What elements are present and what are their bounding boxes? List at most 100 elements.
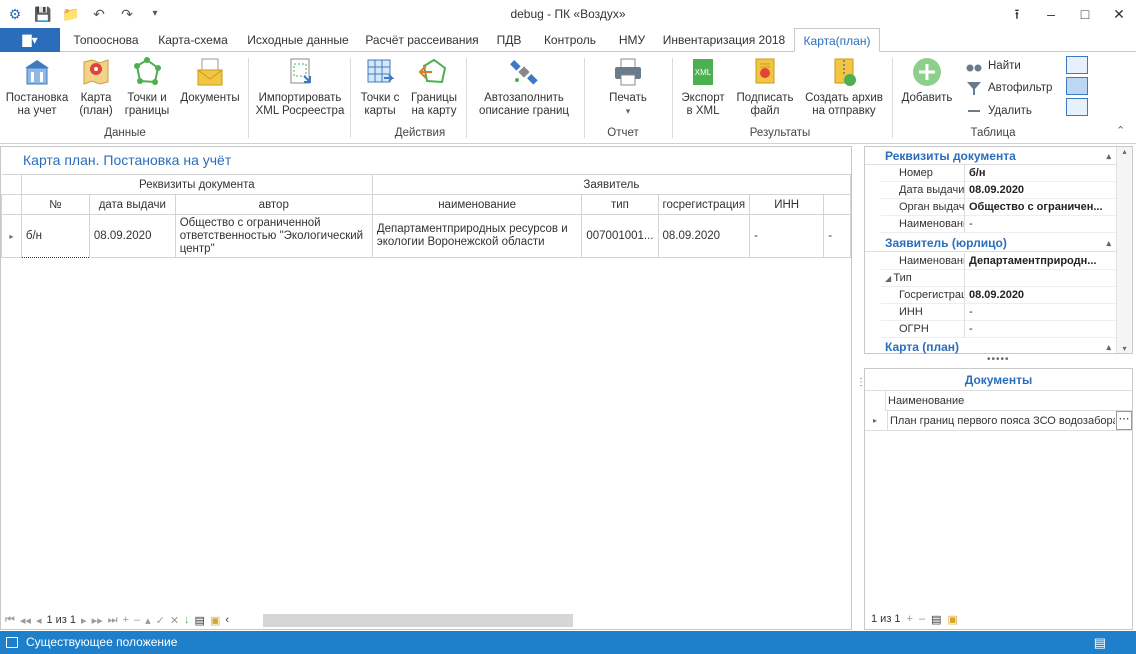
- layout-3-icon[interactable]: [1066, 98, 1088, 116]
- import-xml-button[interactable]: Импортировать XML Росреестра: [254, 56, 346, 118]
- sign-file-button[interactable]: Подписать файл: [734, 56, 796, 118]
- collapse-icon[interactable]: ▴: [1106, 148, 1111, 165]
- add-record-icon[interactable]: +: [123, 614, 129, 626]
- confirm-icon[interactable]: ✓: [156, 614, 165, 627]
- next-page-icon[interactable]: ▸▸: [92, 614, 103, 627]
- map-plan-button[interactable]: Карта (план): [74, 56, 118, 118]
- add-button[interactable]: Добавить: [898, 56, 956, 105]
- file-menu-button[interactable]: ▇▾: [0, 28, 60, 52]
- delete-button[interactable]: Удалить: [966, 103, 1032, 119]
- horizontal-scrollbar[interactable]: [263, 614, 573, 627]
- section-applicant[interactable]: Заявитель (юрлицо) ▴: [865, 235, 1117, 252]
- col-author[interactable]: автор: [174, 194, 373, 215]
- section-doc-props[interactable]: Реквизиты документа ▴: [865, 148, 1117, 165]
- collapse-ribbon-icon[interactable]: ⌃: [1116, 124, 1125, 137]
- last-page-icon[interactable]: ⏭: [108, 614, 118, 627]
- register-button[interactable]: Постановка на учет: [4, 56, 70, 118]
- collapse-icon[interactable]: ▴: [1106, 235, 1111, 252]
- filter-toggle-icon[interactable]: ▤: [195, 614, 205, 627]
- window-controls: ⭱ – □ ✕: [1000, 0, 1136, 28]
- col-name[interactable]: наименование: [371, 194, 583, 215]
- tab-dispersion[interactable]: Расчёт рассеивания: [360, 28, 484, 52]
- band-doc-header: Реквизиты документа: [20, 174, 373, 195]
- layout-1-icon[interactable]: [1066, 56, 1088, 74]
- restore-ribbon-icon[interactable]: ⭱: [1000, 0, 1034, 28]
- col-number[interactable]: №: [20, 194, 90, 215]
- filter-toggle-icon[interactable]: ▤: [931, 613, 941, 626]
- print-button[interactable]: Печать ▾: [600, 56, 656, 118]
- xml-file-icon: XML: [687, 56, 719, 88]
- scroll-down-icon[interactable]: ▾: [1117, 344, 1132, 353]
- notes-icon[interactable]: ▤: [1094, 631, 1106, 654]
- status-bar: Существующее положение ▤: [0, 631, 1136, 654]
- certificate-icon: [749, 56, 781, 88]
- prop-row[interactable]: ОГРН -: [881, 321, 1117, 338]
- filter-icon: [966, 80, 982, 96]
- row-indicator-icon: ▸: [873, 416, 878, 425]
- svg-text:XML: XML: [695, 68, 712, 77]
- prop-row[interactable]: Номер б/н: [881, 165, 1117, 182]
- band-applicant-header: Заявитель: [371, 174, 852, 195]
- list-item[interactable]: ▸ План границ первого пояса ЗСО водозабо…: [865, 411, 1132, 431]
- tab-pdv[interactable]: ПДВ: [488, 28, 530, 52]
- close-button[interactable]: ✕: [1102, 0, 1136, 28]
- prop-row[interactable]: ИНН -: [881, 304, 1117, 321]
- export-icon[interactable]: ▣: [948, 613, 958, 626]
- col-issue-date[interactable]: дата выдачи: [88, 194, 176, 215]
- documents-button[interactable]: Документы: [178, 56, 242, 105]
- points-borders-button[interactable]: Точки и границы: [120, 56, 174, 118]
- export-icon[interactable]: ▣: [210, 614, 220, 627]
- minimize-button[interactable]: –: [1034, 0, 1068, 28]
- sort-icon[interactable]: ↓: [184, 614, 190, 626]
- find-button[interactable]: Найти: [966, 58, 1021, 74]
- panel-resize-handle[interactable]: •••••: [987, 354, 1010, 365]
- tab-topo[interactable]: Топооснова: [66, 28, 146, 52]
- tab-inventory[interactable]: Инвентаризация 2018: [658, 28, 790, 52]
- prop-row[interactable]: Орган выдачи Общество с ограничен...: [881, 199, 1117, 216]
- col-inn[interactable]: ИНН: [749, 194, 825, 215]
- vertical-scrollbar[interactable]: ▴ ▾: [1116, 147, 1132, 353]
- grid-map-icon: [364, 56, 396, 88]
- prop-row[interactable]: НаименованиеДепартаментприродн...: [881, 253, 1117, 270]
- remove-record-icon[interactable]: –: [919, 613, 925, 626]
- pager-text: 1 из 1: [46, 614, 77, 626]
- export-xml-button[interactable]: XML Экспорт в XML: [678, 56, 728, 118]
- first-page-icon[interactable]: ⏮: [5, 614, 15, 627]
- scroll-up-icon[interactable]: ▴: [1117, 147, 1132, 156]
- remove-record-icon[interactable]: –: [134, 614, 140, 626]
- collapse-icon[interactable]: ▴: [1106, 339, 1111, 356]
- prev-page-icon[interactable]: ◂◂: [20, 614, 31, 627]
- status-window-icon: [6, 637, 18, 648]
- prop-row[interactable]: Наименование-: [881, 216, 1117, 233]
- col-registration[interactable]: госрегистрация: [657, 194, 751, 215]
- tab-control[interactable]: Контроль: [534, 28, 606, 52]
- autofill-borders-button[interactable]: Автозаполнить описание границ: [472, 56, 576, 118]
- records-table: Реквизиты документа Заявитель № дата выд…: [1, 174, 852, 258]
- autofilter-button[interactable]: Автофильтр: [966, 80, 1052, 96]
- col-type[interactable]: тип: [581, 194, 659, 215]
- panel-splitter[interactable]: ⋮: [856, 378, 866, 388]
- create-archive-button[interactable]: Создать архив на отправку: [800, 56, 888, 118]
- borders-to-map-button[interactable]: Границы на карту: [406, 56, 462, 118]
- tab-map-plan[interactable]: Карта(план): [794, 28, 880, 52]
- table-row[interactable]: ▸ б/н 08.09.2020 Общество с ограниченной…: [1, 214, 851, 258]
- col-doc-name[interactable]: Наименование: [885, 391, 1132, 411]
- tab-map-scheme[interactable]: Карта-схема: [150, 28, 236, 52]
- maximize-button[interactable]: □: [1068, 0, 1102, 28]
- prop-row[interactable]: ◢ Тип: [881, 270, 1117, 287]
- next-record-icon[interactable]: ▸: [81, 614, 87, 627]
- tab-nmu[interactable]: НМУ: [610, 28, 654, 52]
- prop-row[interactable]: Дата выдачи 08.09.2020: [881, 182, 1117, 199]
- window-title: debug - ПК «Воздух»: [510, 7, 626, 21]
- scroll-left-icon[interactable]: ‹: [225, 614, 229, 626]
- tab-source-data[interactable]: Исходные данные: [240, 28, 356, 52]
- prop-row[interactable]: Госрегистрация08.09.2020: [881, 287, 1117, 304]
- edit-record-icon[interactable]: ▴: [145, 614, 151, 627]
- layout-2-icon[interactable]: [1066, 77, 1088, 95]
- prev-record-icon[interactable]: ◂: [36, 614, 42, 627]
- points-from-map-button[interactable]: Точки с карты: [356, 56, 404, 118]
- add-record-icon[interactable]: +: [907, 613, 913, 626]
- ribbon: Постановка на учет Карта (план) Точки и …: [0, 52, 1136, 144]
- ellipsis-button[interactable]: ⋯: [1116, 411, 1132, 430]
- cancel-edit-icon[interactable]: ✕: [170, 614, 179, 627]
